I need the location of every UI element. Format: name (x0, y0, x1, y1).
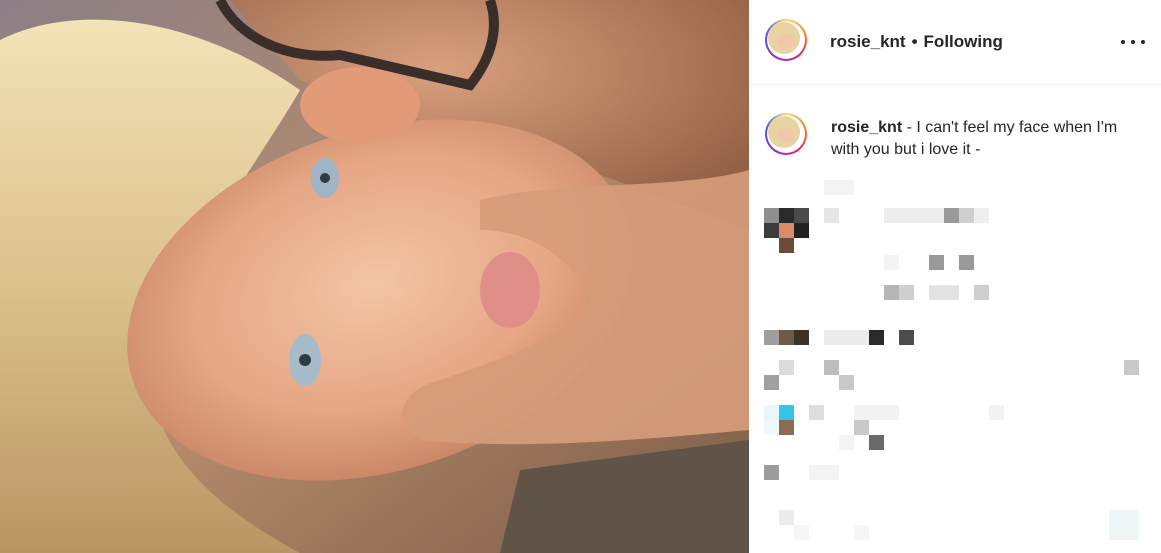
photo-image (0, 0, 749, 553)
separator-dot: • (911, 32, 918, 51)
header-username-link[interactable]: rosie_knt (830, 32, 906, 51)
post-header: rosie_knt • Following (749, 0, 1161, 85)
more-options-button[interactable] (1121, 30, 1145, 54)
caption-avatar[interactable] (765, 113, 807, 155)
avatar-image (768, 116, 800, 148)
caption: rosie_knt - I can't feel my face when I'… (831, 117, 1131, 161)
caption-username-link[interactable]: rosie_knt (831, 119, 902, 136)
post-photo[interactable] (0, 0, 749, 553)
header-user-line: rosie_knt • Following (830, 32, 1003, 52)
following-button[interactable]: Following (924, 32, 1003, 51)
more-horizontal-icon (1121, 40, 1125, 44)
post-side-panel: rosie_knt • Following rosie_knt - I can't … (749, 0, 1161, 553)
avatar-image (768, 22, 800, 54)
avatar[interactable] (765, 19, 807, 61)
